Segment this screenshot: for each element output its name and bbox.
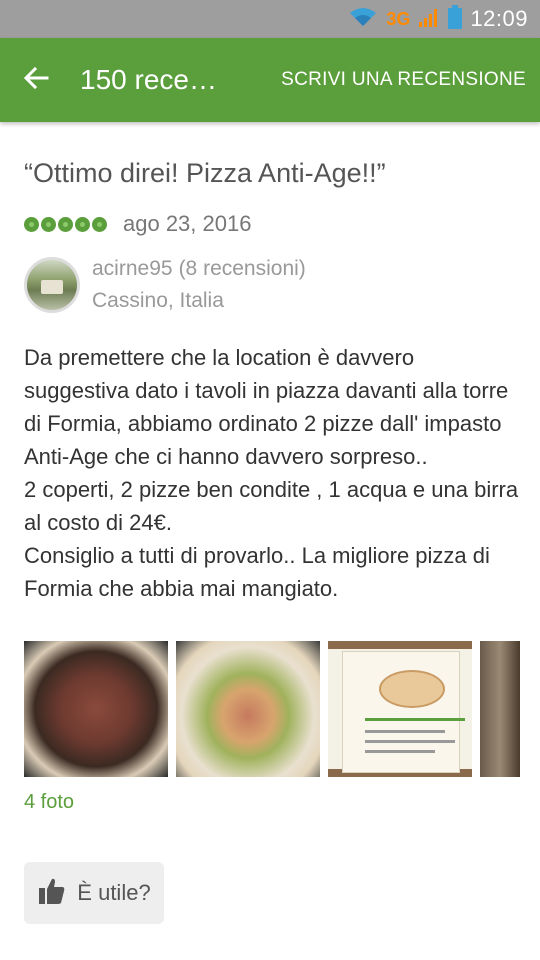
menu-line <box>365 740 455 743</box>
author-name[interactable]: acirne95 <box>92 257 173 280</box>
author-review-count: (8 recensioni) <box>178 257 306 280</box>
photo-count-link[interactable]: 4 foto <box>24 791 520 814</box>
network-type: 3G <box>386 8 411 29</box>
author-location: Cassino, Italia <box>92 289 224 312</box>
review-title: “Ottimo direi! Pizza Anti-Age!!” <box>24 158 386 188</box>
write-review-button[interactable]: SCRIVI UNA RECENSIONE <box>281 69 526 91</box>
status-bar: 3G 12:09 <box>0 0 540 38</box>
rating-bubble-icon <box>75 216 90 232</box>
helpful-label: È utile? <box>77 880 151 905</box>
app-bar-title: 150 rece… <box>80 64 217 95</box>
photo-strip <box>24 641 540 777</box>
rating-row: ago 23, 2016 <box>24 211 520 237</box>
rating-bubble-icon <box>41 216 56 232</box>
review-photo[interactable] <box>24 641 168 777</box>
review-photo[interactable] <box>328 641 472 777</box>
helpful-button[interactable]: È utile? <box>24 862 164 924</box>
app-bar: 150 rece… SCRIVI UNA RECENSIONE <box>0 38 540 122</box>
thumbs-up-icon <box>37 876 67 911</box>
rating-bubble-icon <box>58 216 73 232</box>
menu-line <box>365 730 445 733</box>
review-content: “Ottimo direi! Pizza Anti-Age!!” ago 23,… <box>24 122 520 924</box>
review-body: Da premettere che la location è davvero … <box>24 345 519 601</box>
review-date: ago 23, 2016 <box>123 211 252 236</box>
rating-bubble-icon <box>92 216 107 232</box>
signal-icon <box>418 6 440 33</box>
rating-bubble-icon <box>24 216 39 232</box>
avatar[interactable] <box>24 257 80 313</box>
wifi-icon <box>348 6 378 33</box>
menu-line <box>365 718 465 721</box>
pizza-image <box>379 670 445 708</box>
back-arrow-icon <box>23 65 49 96</box>
menu-line <box>365 750 435 753</box>
review-photo[interactable] <box>480 641 520 777</box>
author-info: acirne95 (8 recensioni) Cassino, Italia <box>92 257 306 313</box>
menu-card-image <box>342 651 465 773</box>
back-button[interactable] <box>0 38 72 122</box>
review-photo[interactable] <box>176 641 320 777</box>
rating-bubbles <box>24 216 107 232</box>
status-time: 12:09 <box>470 6 528 31</box>
author-row[interactable]: acirne95 (8 recensioni) Cassino, Italia <box>24 257 520 313</box>
author-line: acirne95 (8 recensioni) <box>92 257 306 281</box>
battery-icon <box>448 4 463 34</box>
